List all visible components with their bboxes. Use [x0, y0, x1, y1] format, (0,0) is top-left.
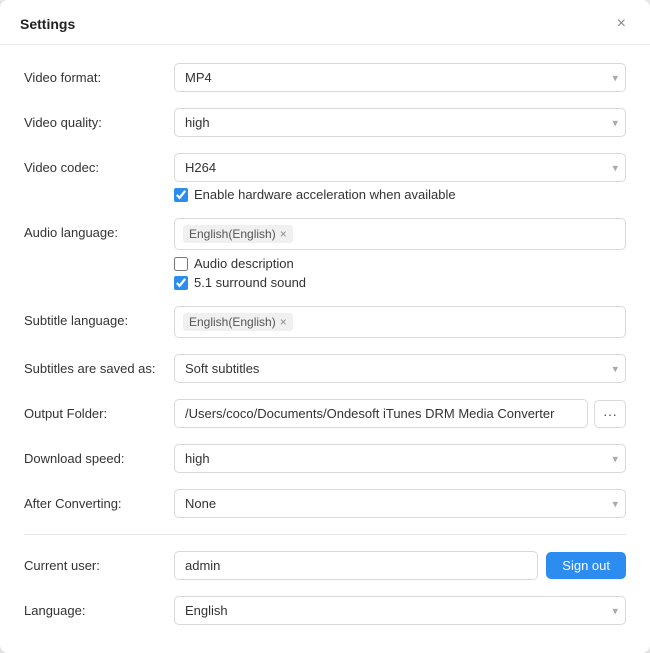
- close-button[interactable]: ×: [613, 14, 630, 34]
- subtitles-saved-as-control: Soft subtitles Hard subtitles External f…: [174, 354, 626, 383]
- output-folder-control: ···: [174, 399, 626, 428]
- hw-acceleration-row: Enable hardware acceleration when availa…: [174, 187, 626, 202]
- language-label: Language:: [24, 596, 174, 618]
- dialog-header: Settings ×: [0, 0, 650, 45]
- subtitles-saved-as-select-wrapper: Soft subtitles Hard subtitles External f…: [174, 354, 626, 383]
- current-user-control: Sign out: [174, 551, 626, 580]
- audio-language-tag-remove[interactable]: ×: [280, 228, 287, 240]
- video-quality-select[interactable]: high medium low: [174, 108, 626, 137]
- subtitle-language-tag-text: English(English): [189, 315, 276, 329]
- after-converting-select[interactable]: None Open folder Shutdown: [174, 489, 626, 518]
- audio-language-tag-text: English(English): [189, 227, 276, 241]
- audio-language-control: English(English) × Audio description 5.1…: [174, 218, 626, 290]
- current-user-label: Current user:: [24, 551, 174, 573]
- hw-acceleration-label: Enable hardware acceleration when availa…: [194, 187, 456, 202]
- subtitle-language-control: English(English) ×: [174, 306, 626, 338]
- user-input-row: Sign out: [174, 551, 626, 580]
- dialog-body: Video format: MP4 MKV AVI MOV ▾ Video qu…: [0, 45, 650, 633]
- output-folder-row: Output Folder: ···: [24, 391, 626, 436]
- language-select-wrapper: English French German Japanese Chinese ▾: [174, 596, 626, 625]
- download-speed-row: Download speed: high medium low ▾: [24, 436, 626, 481]
- settings-dialog: Settings × Video format: MP4 MKV AVI MOV…: [0, 0, 650, 653]
- after-converting-row: After Converting: None Open folder Shutd…: [24, 481, 626, 526]
- video-quality-select-wrapper: high medium low ▾: [174, 108, 626, 137]
- output-folder-input-row: ···: [174, 399, 626, 428]
- audio-description-row: Audio description: [174, 256, 626, 271]
- video-quality-label: Video quality:: [24, 108, 174, 130]
- subtitles-saved-as-select[interactable]: Soft subtitles Hard subtitles External f…: [174, 354, 626, 383]
- download-speed-label: Download speed:: [24, 444, 174, 466]
- surround-sound-row: 5.1 surround sound: [174, 275, 626, 290]
- video-format-label: Video format:: [24, 63, 174, 85]
- subtitle-language-label: Subtitle language:: [24, 306, 174, 328]
- subtitle-language-tag-input[interactable]: English(English) ×: [174, 306, 626, 338]
- surround-sound-checkbox[interactable]: [174, 276, 188, 290]
- language-control: English French German Japanese Chinese ▾: [174, 596, 626, 625]
- download-speed-select[interactable]: high medium low: [174, 444, 626, 473]
- subtitles-saved-as-row: Subtitles are saved as: Soft subtitles H…: [24, 346, 626, 391]
- subtitle-language-row: Subtitle language: English(English) ×: [24, 298, 626, 346]
- sign-out-button[interactable]: Sign out: [546, 552, 626, 579]
- audio-language-tag-input[interactable]: English(English) ×: [174, 218, 626, 250]
- current-user-input[interactable]: [174, 551, 538, 580]
- current-user-row: Current user: Sign out: [24, 543, 626, 588]
- video-codec-select-wrapper: H264 H265 VP9 ▾: [174, 153, 626, 182]
- audio-language-label: Audio language:: [24, 218, 174, 240]
- video-codec-select[interactable]: H264 H265 VP9: [174, 153, 626, 182]
- video-quality-control: high medium low ▾: [174, 108, 626, 137]
- video-format-select-wrapper: MP4 MKV AVI MOV ▾: [174, 63, 626, 92]
- language-select[interactable]: English French German Japanese Chinese: [174, 596, 626, 625]
- subtitle-language-tag: English(English) ×: [183, 313, 293, 331]
- video-codec-control: H264 H265 VP9 ▾ Enable hardware accelera…: [174, 153, 626, 202]
- video-format-row: Video format: MP4 MKV AVI MOV ▾: [24, 55, 626, 100]
- video-codec-label: Video codec:: [24, 153, 174, 175]
- download-speed-control: high medium low ▾: [174, 444, 626, 473]
- surround-sound-label: 5.1 surround sound: [194, 275, 306, 290]
- output-folder-label: Output Folder:: [24, 399, 174, 421]
- after-converting-select-wrapper: None Open folder Shutdown ▾: [174, 489, 626, 518]
- audio-language-tag: English(English) ×: [183, 225, 293, 243]
- after-converting-control: None Open folder Shutdown ▾: [174, 489, 626, 518]
- video-format-control: MP4 MKV AVI MOV ▾: [174, 63, 626, 92]
- section-divider: [24, 534, 626, 535]
- audio-description-label: Audio description: [194, 256, 294, 271]
- video-codec-row: Video codec: H264 H265 VP9 ▾ Enable hard…: [24, 145, 626, 210]
- output-folder-browse-button[interactable]: ···: [594, 400, 626, 428]
- dialog-title: Settings: [20, 16, 75, 32]
- output-folder-input[interactable]: [174, 399, 588, 428]
- language-row: Language: English French German Japanese…: [24, 588, 626, 633]
- subtitles-saved-as-label: Subtitles are saved as:: [24, 354, 174, 376]
- video-quality-row: Video quality: high medium low ▾: [24, 100, 626, 145]
- subtitle-language-tag-remove[interactable]: ×: [280, 316, 287, 328]
- audio-language-row: Audio language: English(English) × Audio…: [24, 210, 626, 298]
- download-speed-select-wrapper: high medium low ▾: [174, 444, 626, 473]
- video-format-select[interactable]: MP4 MKV AVI MOV: [174, 63, 626, 92]
- audio-description-checkbox[interactable]: [174, 257, 188, 271]
- after-converting-label: After Converting:: [24, 489, 174, 511]
- hw-acceleration-checkbox[interactable]: [174, 188, 188, 202]
